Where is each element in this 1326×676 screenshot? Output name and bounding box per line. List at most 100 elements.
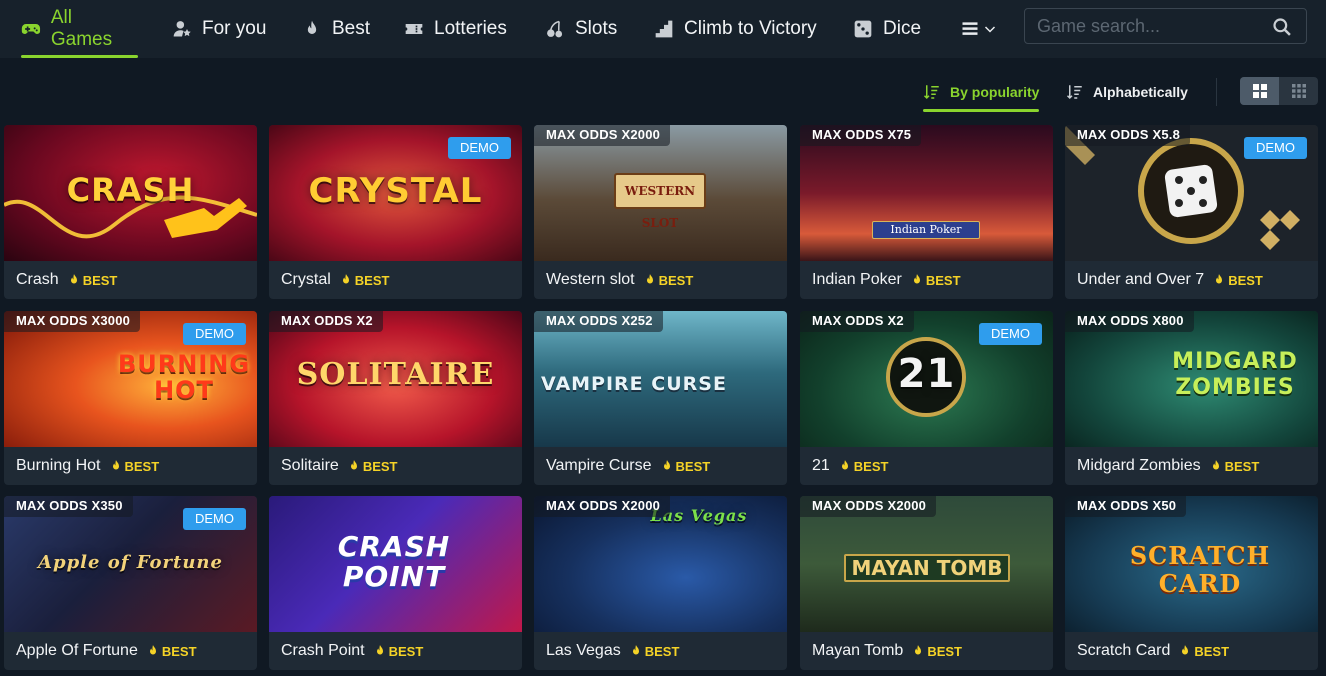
game-card-21[interactable]: 21 MAX ODDS X2 DEMO 21 BEST: [800, 311, 1053, 485]
game-thumbnail: Apple of Fortune MAX ODDS X350 DEMO: [4, 496, 257, 632]
search-icon[interactable]: [1272, 17, 1292, 37]
nav-all-games[interactable]: All Games: [21, 0, 138, 58]
game-name: Scratch Card: [1077, 642, 1171, 659]
max-odds-label: MAX ODDS X800: [1065, 311, 1194, 332]
game-card-under-and-over-7[interactable]: MAX ODDS X5.8 DEMO Under and Over 7 BEST: [1065, 125, 1318, 299]
best-badge: BEST: [645, 273, 693, 288]
game-info-bar: Mayan Tomb BEST: [800, 632, 1053, 670]
best-badge: BEST: [1211, 459, 1259, 474]
max-odds-label: MAX ODDS X252: [534, 311, 663, 332]
game-card-crash-point[interactable]: CRASH POINT Crash Point BEST: [269, 496, 522, 670]
flame-icon: [350, 460, 357, 470]
thumbnail-title: CRYSTAL: [308, 171, 483, 211]
nav-best[interactable]: Best: [302, 0, 370, 58]
game-info-bar: 21 BEST: [800, 447, 1053, 485]
game-thumbnail: 21 MAX ODDS X2 DEMO: [800, 311, 1053, 447]
nav-climb-to-victory[interactable]: Climb to Victory: [654, 0, 817, 58]
flame-icon: [1216, 274, 1223, 284]
game-info-bar: Indian Poker BEST: [800, 261, 1053, 299]
game-thumbnail: MIDGARD ZOMBIES MAX ODDS X800: [1065, 311, 1318, 447]
nav-label: All Games: [50, 7, 113, 50]
game-card-midgard-zombies[interactable]: MIDGARD ZOMBIES MAX ODDS X800 Midgard Zo…: [1065, 311, 1318, 485]
best-badge: BEST: [148, 644, 197, 659]
nav-for-you[interactable]: For you: [172, 0, 266, 58]
max-odds-label: MAX ODDS X5.8: [1065, 125, 1191, 146]
game-name: Las Vegas: [546, 642, 621, 659]
game-info-bar: Scratch Card BEST: [1065, 632, 1318, 670]
game-info-bar: Apple Of Fortune BEST: [4, 632, 257, 670]
game-info-bar: Crystal BEST: [269, 261, 522, 299]
flame-icon: [646, 274, 653, 284]
game-thumbnail: CRASH POINT: [269, 496, 522, 632]
max-odds-label: MAX ODDS X50: [1065, 496, 1187, 517]
nav-more-menu[interactable]: [960, 0, 996, 58]
small-grid-view-button[interactable]: [1279, 77, 1318, 105]
flame-icon: [915, 645, 922, 655]
sort-label: Alphabetically: [1093, 84, 1188, 100]
game-search[interactable]: [1024, 8, 1307, 44]
max-odds-label: MAX ODDS X2: [800, 311, 914, 332]
game-card-western-slot[interactable]: WESTERN SLOT MAX ODDS X2000 Western slot…: [534, 125, 787, 299]
game-card-solitaire[interactable]: SOLITAIRE MAX ODDS X2 Solitaire BEST: [269, 311, 522, 485]
best-badge: BEST: [913, 644, 962, 659]
game-card-mayan-tomb[interactable]: MAYAN TOMB MAX ODDS X2000 Mayan Tomb BES…: [800, 496, 1053, 670]
top-navigation: All Games For you Best Lotteries Slots C…: [0, 0, 1326, 58]
nav-lotteries[interactable]: Lotteries: [404, 0, 507, 58]
sort-alphabetically[interactable]: Alphabetically: [1066, 74, 1188, 110]
thumbnail-title: SOLITAIRE: [296, 357, 495, 392]
best-badge: BEST: [1180, 644, 1229, 659]
user-star-icon: [173, 21, 191, 37]
ticket-icon: [405, 24, 423, 34]
game-card-crystal[interactable]: CRYSTAL DEMO Crystal BEST: [269, 125, 522, 299]
game-info-bar: Midgard Zombies BEST: [1065, 447, 1318, 485]
game-name: Midgard Zombies: [1077, 457, 1201, 474]
game-card-las-vegas[interactable]: Las Vegas MAX ODDS X2000 Las Vegas BEST: [534, 496, 787, 670]
sort-descending-icon: [923, 85, 939, 100]
flame-icon: [376, 645, 383, 655]
game-info-bar: Western slot BEST: [534, 261, 787, 299]
game-thumbnail: CRYSTAL DEMO: [269, 125, 522, 261]
best-badge: BEST: [349, 459, 397, 474]
game-name: Apple Of Fortune: [16, 642, 138, 659]
thumbnail-title: CRASH: [66, 171, 195, 209]
search-input[interactable]: [1025, 15, 1265, 37]
thumbnail-title: BURNING HOT: [117, 350, 251, 404]
nav-slots[interactable]: Slots: [545, 0, 617, 58]
max-odds-label: MAX ODDS X2: [269, 311, 383, 332]
nav-dice[interactable]: Dice: [853, 0, 921, 58]
best-badge: BEST: [840, 459, 888, 474]
thumbnail-title: VAMPIRE CURSE: [541, 373, 727, 395]
game-card-indian-poker[interactable]: Indian Poker MAX ODDS X75 Indian Poker B…: [800, 125, 1053, 299]
flame-icon: [1182, 645, 1189, 655]
large-grid-view-button[interactable]: [1240, 77, 1279, 105]
game-name: Mayan Tomb: [812, 642, 904, 659]
game-name: Crystal: [281, 271, 331, 288]
list-menu-icon: [962, 22, 978, 35]
sort-by-popularity[interactable]: By popularity: [923, 74, 1040, 112]
game-thumbnail: Indian Poker MAX ODDS X75: [800, 125, 1053, 261]
game-name: Solitaire: [281, 457, 339, 474]
game-thumbnail: MAX ODDS X5.8 DEMO: [1065, 125, 1318, 261]
game-card-crash[interactable]: CRASH Crash BEST: [4, 125, 257, 299]
cherries-icon: [547, 20, 563, 38]
flame-icon: [841, 460, 848, 470]
flame-icon: [913, 274, 920, 284]
flame-icon: [307, 20, 317, 34]
gamepad-icon: [21, 24, 41, 34]
game-name: Western slot: [546, 271, 635, 288]
game-card-vampire-curse[interactable]: VAMPIRE CURSE MAX ODDS X252 Vampire Curs…: [534, 311, 787, 485]
game-thumbnail: SCRATCH CARD MAX ODDS X50: [1065, 496, 1318, 632]
thumbnail-title: MIDGARD ZOMBIES: [1172, 349, 1298, 400]
thumbnail-title: WESTERN SLOT: [614, 173, 706, 230]
game-name: Under and Over 7: [1077, 271, 1205, 288]
chevron-down-icon: [984, 26, 996, 33]
game-card-apple-of-fortune[interactable]: Apple of Fortune MAX ODDS X350 DEMO Appl…: [4, 496, 257, 670]
best-badge: BEST: [111, 459, 159, 474]
thumbnail-title: Indian Poker: [872, 221, 980, 239]
game-thumbnail: Las Vegas MAX ODDS X2000: [534, 496, 787, 632]
best-badge: BEST: [69, 273, 117, 288]
game-card-burning-hot[interactable]: BURNING HOT MAX ODDS X3000 DEMO Burning …: [4, 311, 257, 485]
stairs-icon: [655, 20, 673, 38]
game-card-scratch-card[interactable]: SCRATCH CARD MAX ODDS X50 Scratch Card B…: [1065, 496, 1318, 670]
game-info-bar: Under and Over 7 BEST: [1065, 261, 1318, 299]
